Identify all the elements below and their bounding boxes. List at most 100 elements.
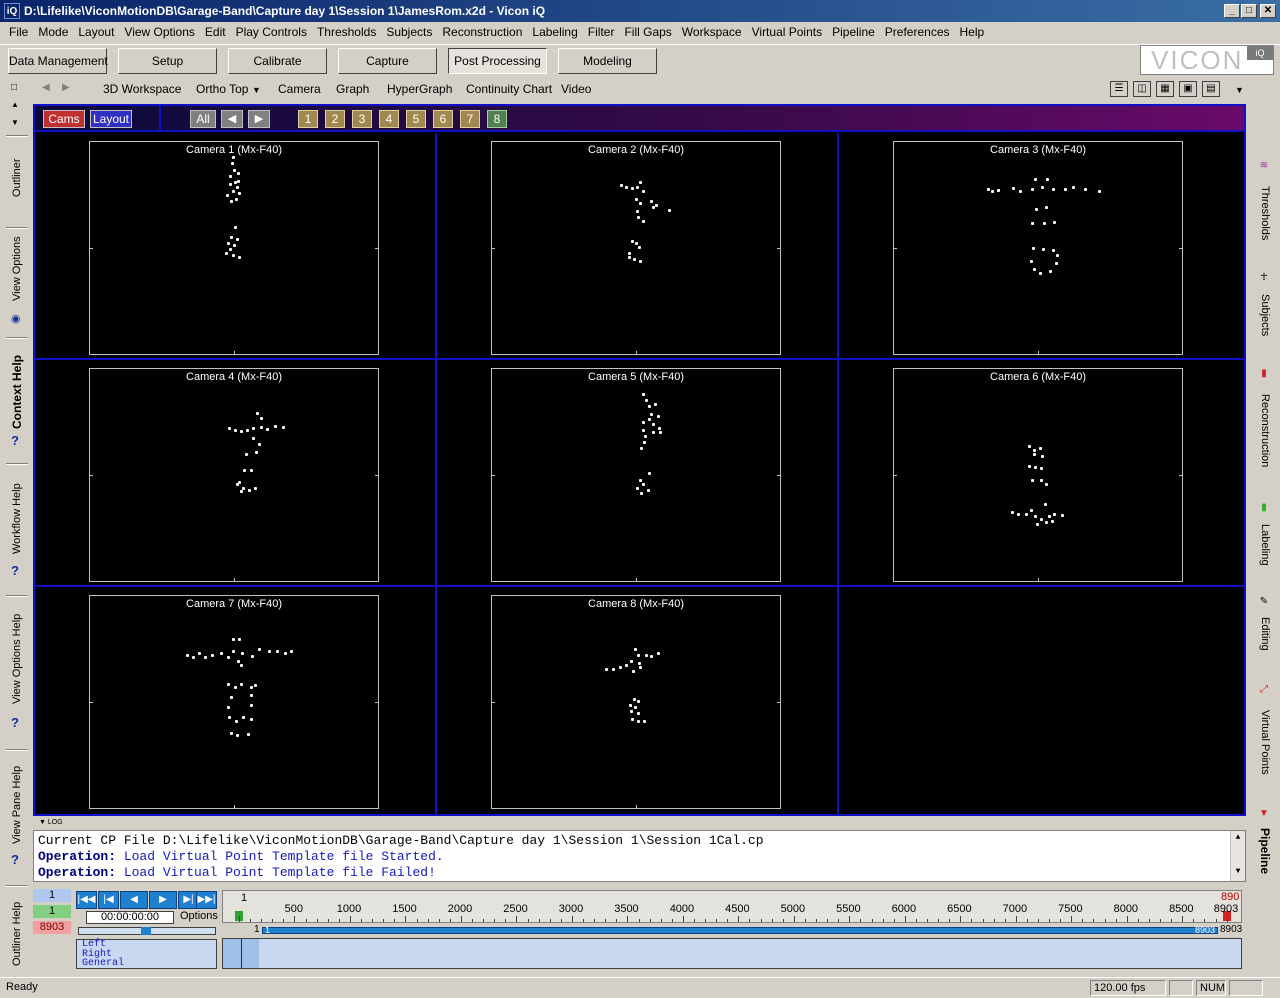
split-horizontal-icon[interactable]: ☰	[1110, 81, 1128, 97]
cams-button[interactable]: Cams	[43, 110, 85, 128]
channel-general[interactable]: General	[82, 959, 216, 969]
camera-frame[interactable]: Camera 6 (Mx-F40)	[893, 368, 1183, 582]
menu-preferences[interactable]: Preferences	[880, 25, 955, 39]
tab-view-pane-help[interactable]: View Pane Help	[6, 765, 28, 845]
mode-data-management-button[interactable]: Data Management	[8, 48, 108, 74]
tab-subjects[interactable]: Subjects	[1254, 290, 1276, 340]
tab-outliner[interactable]: Outliner	[6, 143, 28, 213]
menu-fill-gaps[interactable]: Fill Gaps	[619, 25, 676, 39]
scroll-down-icon[interactable]: ▼	[11, 118, 19, 127]
camera-cell[interactable]: Camera 5 (Mx-F40)	[437, 360, 839, 587]
menu-help[interactable]: Help	[955, 25, 990, 39]
tab-view-options-help[interactable]: View Options Help	[6, 613, 28, 705]
camera-frame[interactable]: Camera 3 (Mx-F40)	[893, 141, 1183, 355]
tab-camera[interactable]: Camera	[278, 82, 321, 96]
menu-play-controls[interactable]: Play Controls	[231, 25, 312, 39]
play-forward-button[interactable]: ▶	[149, 891, 177, 909]
play-reverse-button[interactable]: ◀	[120, 891, 148, 909]
tab-graph[interactable]: Graph	[336, 82, 369, 96]
camera-5-button[interactable]: 5	[406, 110, 426, 128]
camera-6-button[interactable]: 6	[433, 110, 453, 128]
tab-virtual-points[interactable]: Virtual Points	[1254, 702, 1276, 782]
camera-cell[interactable]: Camera 7 (Mx-F40)	[35, 587, 437, 814]
menu-pipeline[interactable]: Pipeline	[827, 25, 880, 39]
timecode-field[interactable]: 00:00:00:00	[86, 911, 174, 924]
menu-file[interactable]: File	[4, 25, 33, 39]
camera-frame[interactable]: Camera 4 (Mx-F40)	[89, 368, 379, 582]
layout-button[interactable]: Layout	[90, 110, 132, 128]
log-header[interactable]: ▼ LOG	[33, 817, 1246, 829]
tab-hypergraph[interactable]: HyperGraph	[387, 82, 452, 96]
view-menu-dropdown-icon[interactable]: ▼	[1235, 85, 1244, 95]
tab-continuity-chart[interactable]: Continuity Chart	[466, 82, 552, 96]
timeline-track[interactable]	[222, 938, 1242, 969]
camera-cell[interactable]: Camera 8 (Mx-F40)	[437, 587, 839, 814]
menu-mode[interactable]: Mode	[33, 25, 73, 39]
end-frame-field[interactable]: 8903	[33, 921, 71, 934]
nav-forward-icon[interactable]: ▶	[62, 82, 70, 93]
camera-frame[interactable]: Camera 5 (Mx-F40)	[491, 368, 781, 582]
close-button[interactable]: ✕	[1260, 4, 1276, 18]
ortho-dropdown-icon[interactable]: ▼	[252, 85, 261, 95]
mode-modeling-button[interactable]: Modeling	[558, 48, 657, 74]
menu-edit[interactable]: Edit	[200, 25, 231, 39]
tab-context-help[interactable]: Context Help	[6, 351, 28, 433]
tab-ortho-top[interactable]: Ortho Top	[196, 82, 248, 96]
tab-reconstruction[interactable]: Reconstruction	[1254, 386, 1276, 476]
camera-4-button[interactable]: 4	[379, 110, 399, 128]
tab-outliner-help[interactable]: Outliner Help	[6, 899, 28, 969]
go-to-end-button[interactable]: ▶▶|	[196, 891, 217, 909]
camera-7-button[interactable]: 7	[460, 110, 480, 128]
mode-setup-button[interactable]: Setup	[118, 48, 217, 74]
camera-cell[interactable]: Camera 1 (Mx-F40)	[35, 133, 437, 360]
tab-view-options[interactable]: View Options	[6, 234, 28, 304]
menu-reconstruction[interactable]: Reconstruction	[437, 25, 527, 39]
empty-camera-cell[interactable]	[839, 587, 1244, 814]
menu-layout[interactable]: Layout	[73, 25, 119, 39]
menu-workspace[interactable]: Workspace	[677, 25, 747, 39]
next-camera-button[interactable]: ▶	[248, 110, 270, 128]
camera-frame[interactable]: Camera 8 (Mx-F40)	[491, 595, 781, 809]
camera-1-button[interactable]: 1	[298, 110, 318, 128]
step-back-button[interactable]: |◀	[98, 891, 119, 909]
maximize-button[interactable]: □	[1241, 4, 1257, 18]
range-bar[interactable]: 1 1 8903 8903	[222, 924, 1242, 936]
camera-frame[interactable]: Camera 2 (Mx-F40)	[491, 141, 781, 355]
save-layout-icon[interactable]: ▣	[1179, 81, 1197, 97]
layout-options-icon[interactable]: ▤	[1202, 81, 1220, 97]
layout-grid-icon[interactable]: ▦	[1156, 81, 1174, 97]
menu-view-options[interactable]: View Options	[119, 25, 199, 39]
speed-slider[interactable]	[78, 927, 216, 935]
camera-3-button[interactable]: 3	[352, 110, 372, 128]
start-frame-field[interactable]: 1	[33, 905, 71, 918]
slider-thumb[interactable]	[141, 927, 151, 935]
prev-camera-button[interactable]: ◀	[221, 110, 243, 128]
camera-frame[interactable]: Camera 7 (Mx-F40)	[89, 595, 379, 809]
tab-labeling[interactable]: Labeling	[1254, 520, 1276, 570]
minimize-button[interactable]: _	[1224, 4, 1240, 18]
menu-labeling[interactable]: Labeling	[527, 25, 582, 39]
scroll-up-icon[interactable]: ▲	[1231, 831, 1245, 845]
menu-subjects[interactable]: Subjects	[381, 25, 437, 39]
pane-icon[interactable]: □	[11, 82, 17, 93]
nav-back-icon[interactable]: ◀	[42, 82, 50, 93]
split-vertical-icon[interactable]: ◫	[1133, 81, 1151, 97]
options-button[interactable]: Options	[180, 910, 218, 922]
playhead[interactable]	[241, 939, 242, 968]
camera-cell[interactable]: Camera 3 (Mx-F40)	[839, 133, 1244, 360]
go-to-start-button[interactable]: |◀◀	[76, 891, 97, 909]
tab-video[interactable]: Video	[561, 82, 591, 96]
mode-calibrate-button[interactable]: Calibrate	[228, 48, 327, 74]
camera-frame[interactable]: Camera 1 (Mx-F40)	[89, 141, 379, 355]
camera-8-button[interactable]: 8	[487, 110, 507, 128]
tab-workflow-help[interactable]: Workflow Help	[6, 481, 28, 556]
scroll-up-icon[interactable]: ▲	[11, 100, 19, 109]
camera-cell[interactable]: Camera 2 (Mx-F40)	[437, 133, 839, 360]
menu-virtual-points[interactable]: Virtual Points	[747, 25, 827, 39]
all-cameras-button[interactable]: All	[190, 110, 216, 128]
tab-pipeline[interactable]: Pipeline	[1254, 826, 1276, 876]
scroll-down-icon[interactable]: ▼	[1231, 865, 1245, 879]
range-fill[interactable]: 1 8903	[262, 925, 1218, 935]
camera-cell[interactable]: Camera 6 (Mx-F40)	[839, 360, 1244, 587]
tab-3d-workspace[interactable]: 3D Workspace	[103, 82, 181, 96]
